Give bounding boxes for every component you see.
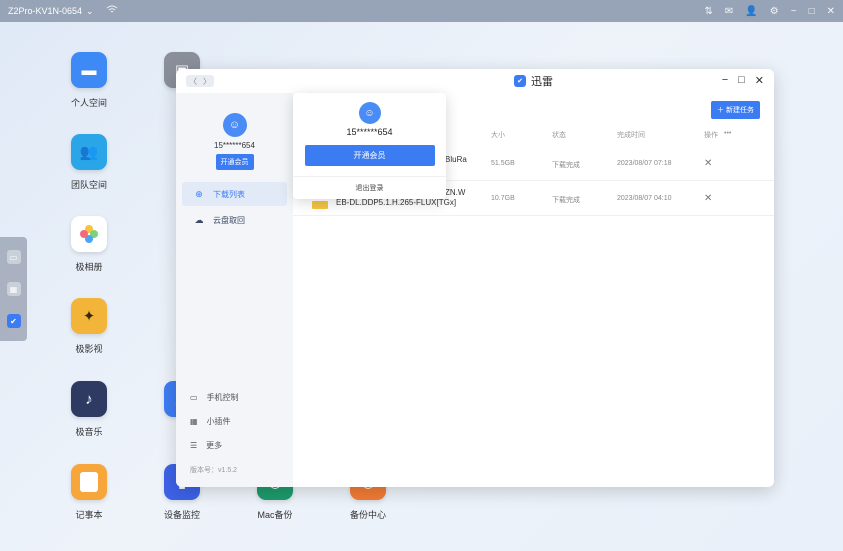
sidebar-item-plugins[interactable]: ▦ 小插件 xyxy=(190,416,231,427)
window-title-bar: ✔ 迅雷 xyxy=(293,69,774,93)
avatar: ☺ xyxy=(358,102,381,124)
plugin-icon: ▦ xyxy=(190,417,198,426)
dock: ▭ ▦ ✔ xyxy=(0,237,27,341)
file-status: 下载完成 xyxy=(552,197,580,204)
avatar[interactable]: ☺ xyxy=(222,113,247,137)
chevron-down-icon: ⌄ xyxy=(86,5,94,16)
more-options-icon[interactable]: ••• xyxy=(724,130,731,137)
sidebar-item-label: 更多 xyxy=(206,441,223,450)
column-status: 状态 xyxy=(552,132,566,139)
desktop-icon-label: 极音乐 xyxy=(75,427,103,437)
team-folder-icon: 👥 xyxy=(71,134,107,170)
desktop-icon-label: 团队空间 xyxy=(70,180,107,190)
thunder-app-icon[interactable]: ✔ xyxy=(6,314,21,328)
popup-username: 15******654 xyxy=(346,127,393,137)
download-icon: ⊕ xyxy=(195,188,203,199)
file-name: ZN.W xyxy=(445,188,466,197)
sidebar-item-cloud-retrieve[interactable]: ☁ 云盘取回 xyxy=(182,208,287,232)
notepad-icon xyxy=(71,464,107,500)
desktop-icon-label: 极相册 xyxy=(75,262,103,272)
maximize-icon[interactable]: □ xyxy=(809,6,815,17)
logout-button[interactable]: 退出登录 xyxy=(293,176,446,193)
file-time: 2023/08/07 07:18 xyxy=(617,160,672,167)
file-name: BluRa xyxy=(445,155,467,164)
sidebar-item-download-list[interactable]: ⊕ 下载列表 xyxy=(182,182,287,206)
device-label: Z2Pro-KV1N-0654 xyxy=(8,6,83,16)
sidebar-item-phone-control[interactable]: ▭ 手机控制 xyxy=(190,392,239,403)
column-time: 完成时间 xyxy=(617,132,645,139)
desktop-icon-label: 设备监控 xyxy=(163,510,200,520)
file-name-line2: EB-DL.DDP5.1.H.265-FLUX[TGx] xyxy=(336,198,457,207)
minimize-icon[interactable]: − xyxy=(791,6,797,17)
sidebar-item-more[interactable]: ☰ 更多 xyxy=(190,440,222,451)
desktop-icon-label: 个人空间 xyxy=(70,98,107,108)
file-status: 下载完成 xyxy=(552,162,580,169)
forward-icon[interactable]: 〉 xyxy=(203,76,211,87)
top-bar: Z2Pro-KV1N-0654 ⌄ ⇅ ✉ 👤 ⚙ − □ ✕ xyxy=(0,0,843,22)
transfer-icon[interactable]: ⇅ xyxy=(705,6,713,17)
popup-open-vip-button[interactable]: 开通会员 xyxy=(304,145,435,166)
sidebar-username: 15******654 xyxy=(214,141,255,150)
desktop-icon-label: 极影视 xyxy=(75,344,103,354)
nav-arrows: 〈 〉 xyxy=(186,75,214,87)
settings-icon[interactable]: ⚙ xyxy=(770,6,779,17)
desktop-icon-personal[interactable]: ▬ 个人空间 xyxy=(57,52,121,109)
photos-icon xyxy=(71,216,107,252)
phone-control-icon: ▭ xyxy=(190,393,198,402)
file-time: 2023/08/07 04:10 xyxy=(617,195,672,202)
delete-icon[interactable]: ✕ xyxy=(704,193,712,204)
window-controls: − □ ✕ xyxy=(722,74,764,87)
wifi-icon xyxy=(106,5,118,17)
version-label: 版本号：v1.5.2 xyxy=(190,467,238,474)
device-name[interactable]: Z2Pro-KV1N-0654 ⌄ xyxy=(8,6,94,17)
maximize-button[interactable]: □ xyxy=(738,74,745,87)
laptop-icon[interactable]: ▭ xyxy=(6,250,21,264)
music-icon: ♪ xyxy=(71,381,107,417)
thunder-logo-icon: ✔ xyxy=(514,75,526,87)
file-size: 51.5GB xyxy=(491,160,515,167)
close-button[interactable]: ✕ xyxy=(755,74,764,87)
sidebar: ☺ 15******654 开通会员 ⊕ 下载列表 ☁ 云盘取回 ▭ 手机控制 … xyxy=(176,93,293,487)
message-icon[interactable]: ✉ xyxy=(725,6,733,17)
desktop-icon-label: Mac备份 xyxy=(257,510,293,520)
folder-icon xyxy=(312,201,328,209)
delete-icon[interactable]: ✕ xyxy=(704,158,712,169)
new-task-button[interactable]: ＋ 新建任务 xyxy=(711,101,760,119)
window-title: 迅雷 xyxy=(531,76,553,88)
sidebar-item-label: 云盘取回 xyxy=(213,215,245,225)
column-ops: 操作 xyxy=(704,132,718,139)
minimize-button[interactable]: − xyxy=(722,74,728,87)
account-popup: ☺ 15******654 开通会员 退出登录 xyxy=(293,93,446,199)
desktop-icon-photos[interactable]: 极相册 xyxy=(57,216,121,273)
desktop-icon-label: 记事本 xyxy=(75,510,103,520)
file-size: 10.7GB xyxy=(491,195,515,202)
apps-grid-icon[interactable]: ▦ xyxy=(6,282,21,296)
desktop-icon-notepad[interactable]: 记事本 xyxy=(57,464,121,521)
thunder-window: 〈 〉 ✔ 迅雷 − □ ✕ ☺ 15******654 开通会员 ⊕ 下载列表… xyxy=(176,69,774,487)
cloud-icon: ☁ xyxy=(194,214,204,225)
close-icon[interactable]: ✕ xyxy=(827,6,835,17)
open-vip-button[interactable]: 开通会员 xyxy=(215,154,254,170)
sidebar-item-label: 下载列表 xyxy=(213,189,245,199)
sidebar-item-label: 手机控制 xyxy=(206,393,239,402)
desktop-icon-team[interactable]: 👥 团队空间 xyxy=(57,134,121,191)
video-icon: ✦ xyxy=(71,298,107,334)
column-size: 大小 xyxy=(491,132,505,139)
user-icon[interactable]: 👤 xyxy=(745,6,757,17)
desktop-icon-label: 备份中心 xyxy=(349,510,386,520)
desktop-icon-video[interactable]: ✦ 极影视 xyxy=(57,298,121,355)
back-icon[interactable]: 〈 xyxy=(189,76,197,87)
more-icon: ☰ xyxy=(190,441,198,450)
sidebar-item-label: 小插件 xyxy=(206,417,231,426)
desktop-icon-music[interactable]: ♪ 极音乐 xyxy=(57,381,121,438)
folder-icon: ▬ xyxy=(71,52,107,88)
